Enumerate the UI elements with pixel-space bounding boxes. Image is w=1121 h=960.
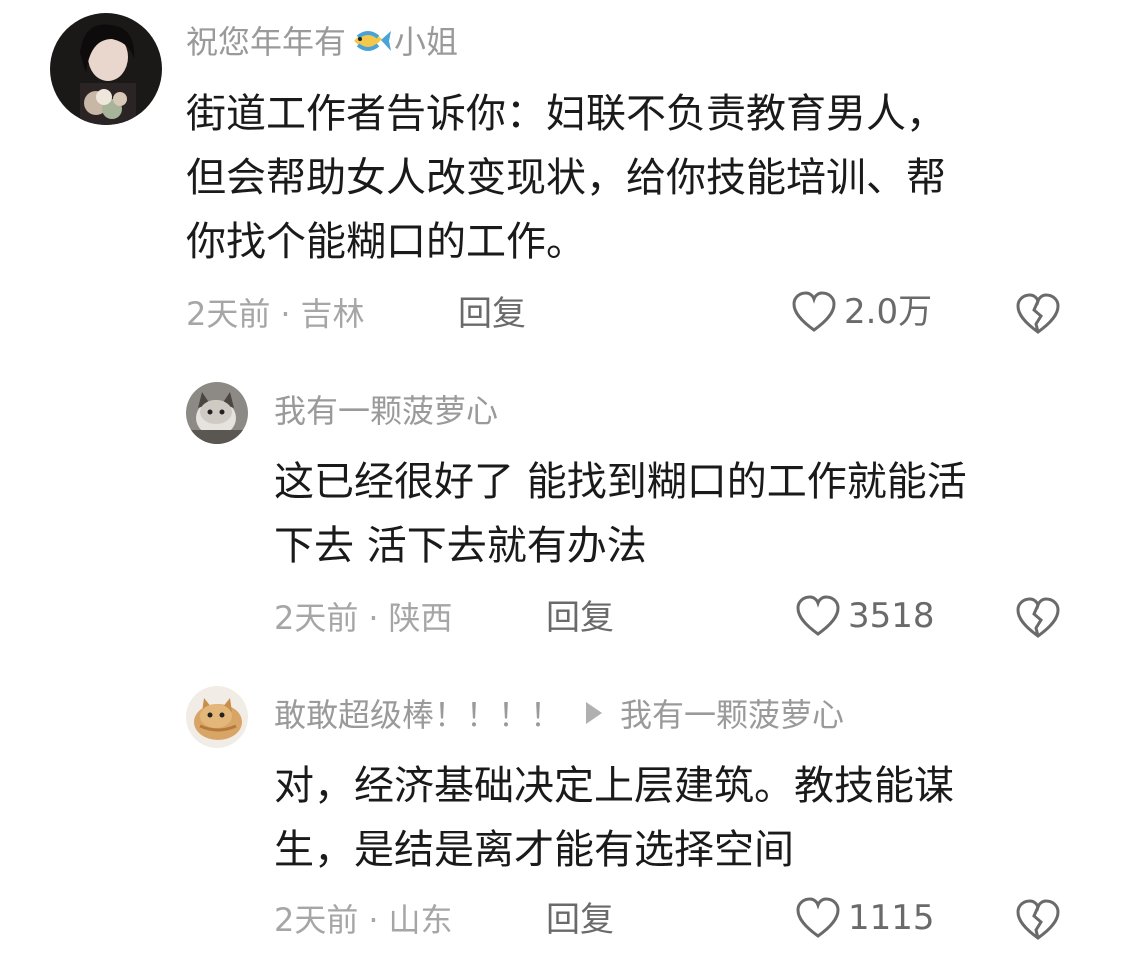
like-button[interactable]: 3518 <box>794 594 935 638</box>
fish-emoji-icon <box>354 31 392 51</box>
comment-username: 敢敢超级棒！！！！ 我有一颗菠萝心 <box>274 693 844 737</box>
content-line: 但会帮助女人改变现状，给你技能培训、帮 <box>186 155 946 201</box>
comment-meta: 2天前 · 陕西 <box>274 596 453 640</box>
comment-content: 对，经济基础决定上层建筑。教技能谋 生，是结是离才能有选择空间 <box>274 754 1094 882</box>
reply-button[interactable]: 回复 <box>458 292 526 336</box>
content-line: 下去 活下去就有办法 <box>274 523 647 569</box>
comment-content: 这已经很好了 能找到糊口的工作就能活 下去 活下去就有办法 <box>274 450 1094 578</box>
broken-heart-icon[interactable] <box>1014 596 1062 640</box>
reply-button[interactable]: 回复 <box>546 898 614 942</box>
comment-username[interactable]: 祝您年年有 小姐 <box>186 20 458 64</box>
comment-location: 陕西 <box>388 599 453 637</box>
username-suffix: 小姐 <box>394 23 459 61</box>
comment-time: 2天前 <box>274 599 359 637</box>
broken-heart-icon[interactable] <box>1014 898 1062 942</box>
comment-location: 山东 <box>388 901 453 939</box>
heart-outline-icon <box>792 291 836 332</box>
comment-time: 2天前 <box>274 901 359 939</box>
like-button[interactable]: 1115 <box>794 896 935 940</box>
content-line: 街道工作者告诉你：妇联不负责教育男人， <box>186 91 946 137</box>
comment-username[interactable]: 我有一颗菠萝心 <box>274 389 498 433</box>
avatar[interactable] <box>50 13 162 125</box>
like-count: 2.0万 <box>844 292 933 332</box>
content-line: 你找个能糊口的工作。 <box>186 219 586 265</box>
heart-outline-icon <box>796 897 840 938</box>
heart-outline-icon <box>796 595 840 636</box>
reply-target[interactable]: 我有一颗菠萝心 <box>620 696 844 734</box>
content-line: 这已经很好了 能找到糊口的工作就能活 <box>274 459 967 505</box>
username-prefix: 祝您年年有 <box>186 23 347 61</box>
content-line: 生，是结是离才能有选择空间 <box>274 827 794 873</box>
reply-author[interactable]: 敢敢超级棒！！！！ <box>274 696 562 734</box>
like-count: 1115 <box>848 898 935 938</box>
like-button[interactable]: 2.0万 <box>790 290 932 334</box>
avatar[interactable] <box>186 382 248 444</box>
separator: · <box>368 599 379 637</box>
separator: · <box>368 901 379 939</box>
like-count: 3518 <box>848 596 935 636</box>
broken-heart-icon[interactable] <box>1014 292 1062 336</box>
play-arrow-icon <box>586 702 603 724</box>
reply-button[interactable]: 回复 <box>546 596 614 640</box>
comment-time: 2天前 <box>186 295 271 333</box>
comment-meta: 2天前 · 吉林 <box>186 292 365 336</box>
content-line: 对，经济基础决定上层建筑。教技能谋 <box>274 763 954 809</box>
comment-meta: 2天前 · 山东 <box>274 898 453 942</box>
comment-location: 吉林 <box>300 295 365 333</box>
avatar[interactable] <box>186 686 248 748</box>
separator: · <box>280 295 291 333</box>
comment-content: 街道工作者告诉你：妇联不负责教育男人， 但会帮助女人改变现状，给你技能培训、帮 … <box>186 82 1086 274</box>
